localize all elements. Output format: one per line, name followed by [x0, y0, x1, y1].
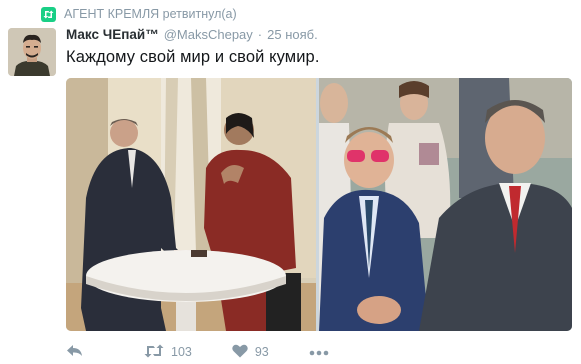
retweet-icon — [144, 344, 164, 361]
retweet-count: 103 — [171, 345, 192, 359]
tweet-text: Каждому свой мир и свой кумир. — [66, 48, 320, 66]
reply-button[interactable] — [66, 344, 84, 361]
tweet-media[interactable] — [66, 78, 572, 331]
photo-2[interactable] — [319, 78, 572, 331]
tweet-header: Макс ЧЕпай™ @MaksChepay · 25 нояб. — [66, 27, 318, 42]
more-icon — [309, 345, 329, 359]
like-count: 93 — [254, 345, 269, 359]
photo-1[interactable] — [66, 78, 316, 331]
retweet-context: АГЕНТ КРЕМЛЯ ретвитнул(а) — [41, 6, 237, 22]
tweet-timestamp[interactable]: 25 нояб. — [267, 27, 318, 42]
retweeter-link[interactable]: АГЕНТ КРЕМЛЯ ретвитнул(а) — [64, 7, 237, 21]
retweet-icon — [41, 6, 56, 22]
avatar[interactable] — [8, 28, 56, 76]
like-button[interactable]: 93 — [232, 344, 269, 361]
separator-dot: · — [257, 27, 263, 42]
retweet-button[interactable]: 103 — [144, 344, 192, 361]
more-button[interactable] — [309, 345, 329, 359]
author-name[interactable]: Макс ЧЕпай™ — [66, 27, 159, 42]
tweet-actions: 103 93 — [66, 342, 329, 362]
reply-icon — [66, 344, 84, 361]
author-username[interactable]: @MaksChepay — [164, 27, 253, 42]
heart-icon — [232, 344, 248, 361]
